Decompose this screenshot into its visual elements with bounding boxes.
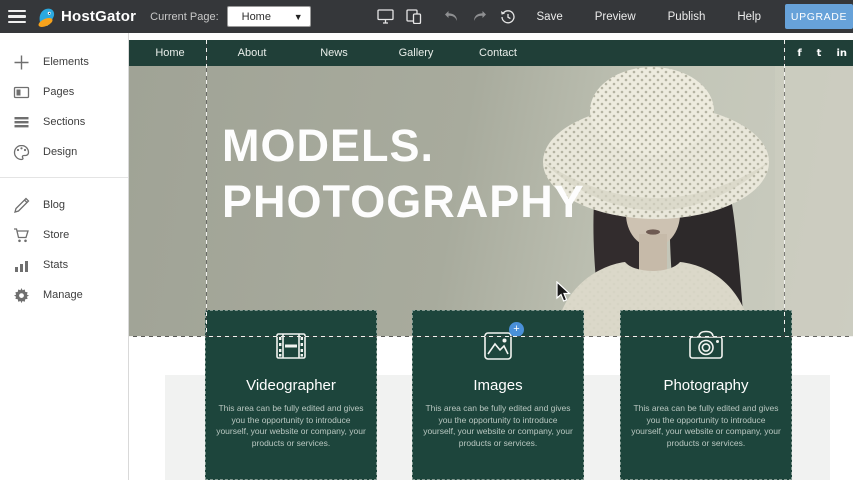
page-select-value: Home xyxy=(242,11,271,23)
history-icon[interactable] xyxy=(495,4,521,30)
site-nav-home[interactable]: Home xyxy=(129,47,211,59)
sidebar-item-blog[interactable]: Blog xyxy=(0,190,128,220)
current-page-label: Current Page: xyxy=(150,11,218,23)
card-title[interactable]: Images xyxy=(473,377,522,394)
hero-title[interactable]: MODELS. PHOTOGRAPHY xyxy=(222,118,585,230)
card-title[interactable]: Photography xyxy=(663,377,748,394)
twitter-icon[interactable]: t xyxy=(817,48,822,59)
facebook-icon[interactable]: f xyxy=(797,48,801,59)
sidebar-item-design[interactable]: Design xyxy=(0,137,128,167)
sidebar-item-manage[interactable]: Manage xyxy=(0,280,128,310)
mobile-preview-icon[interactable] xyxy=(401,4,427,30)
app-toolbar: HostGator Current Page: Home ▼ Save xyxy=(0,0,853,33)
section-boundary-guide xyxy=(129,336,853,337)
hero-section[interactable]: MODELS. PHOTOGRAPHY xyxy=(129,66,853,337)
site-preview-canvas: Home About News Gallery Contact f t in xyxy=(129,33,853,480)
site-navbar: Home About News Gallery Contact f t in xyxy=(129,40,853,66)
site-nav-about[interactable]: About xyxy=(211,47,293,59)
save-button[interactable]: Save xyxy=(521,11,579,23)
content-right-guide xyxy=(784,40,785,336)
pencil-icon xyxy=(13,197,30,214)
redo-icon[interactable] xyxy=(467,4,493,30)
image-icon: + xyxy=(480,329,516,363)
sections-stack-icon xyxy=(13,114,30,131)
chevron-down-icon: ▼ xyxy=(294,12,303,22)
card-body-text[interactable]: This area can be fully edited and gives … xyxy=(630,403,782,450)
card-body-text[interactable]: This area can be fully edited and gives … xyxy=(215,403,367,450)
logo-text: HostGator xyxy=(61,8,136,25)
sidebar-item-sections[interactable]: Sections xyxy=(0,107,128,137)
sidebar-item-stats[interactable]: Stats xyxy=(0,250,128,280)
undo-icon[interactable] xyxy=(439,4,465,30)
desktop-preview-icon[interactable] xyxy=(373,4,399,30)
film-strip-icon xyxy=(273,329,309,363)
page-layout-icon xyxy=(13,84,30,101)
sidebar-divider xyxy=(0,177,128,178)
mouse-cursor xyxy=(556,281,573,303)
hostgator-mascot-icon xyxy=(36,6,57,28)
sidebar-item-pages[interactable]: Pages xyxy=(0,77,128,107)
linkedin-icon[interactable]: in xyxy=(836,48,847,59)
sidebar-item-elements[interactable]: Elements xyxy=(0,47,128,77)
publish-button[interactable]: Publish xyxy=(652,11,722,23)
hostgator-logo: HostGator xyxy=(36,6,136,28)
sidebar-item-store[interactable]: Store xyxy=(0,220,128,250)
page-select-dropdown[interactable]: Home ▼ xyxy=(227,6,311,27)
card-body-text[interactable]: This area can be fully edited and gives … xyxy=(422,403,574,450)
content-left-guide xyxy=(206,40,207,336)
gear-icon xyxy=(13,287,30,304)
cart-icon xyxy=(13,227,30,244)
add-image-button[interactable]: + xyxy=(509,322,524,337)
plus-icon xyxy=(13,54,30,71)
hamburger-menu-icon[interactable] xyxy=(0,0,34,33)
help-button[interactable]: Help xyxy=(721,11,777,23)
camera-icon xyxy=(687,329,725,363)
site-nav-gallery[interactable]: Gallery xyxy=(375,47,457,59)
palette-icon xyxy=(13,144,30,161)
upgrade-button[interactable]: UPGRADE xyxy=(785,4,853,29)
preview-button[interactable]: Preview xyxy=(579,11,652,23)
site-nav-news[interactable]: News xyxy=(293,47,375,59)
card-title[interactable]: Videographer xyxy=(246,377,336,394)
builder-sidebar: Elements Pages Sections Design Blog Stor… xyxy=(0,33,129,480)
site-nav-contact[interactable]: Contact xyxy=(457,47,539,59)
bar-chart-icon xyxy=(13,257,30,274)
hero-model-photo xyxy=(540,66,853,337)
